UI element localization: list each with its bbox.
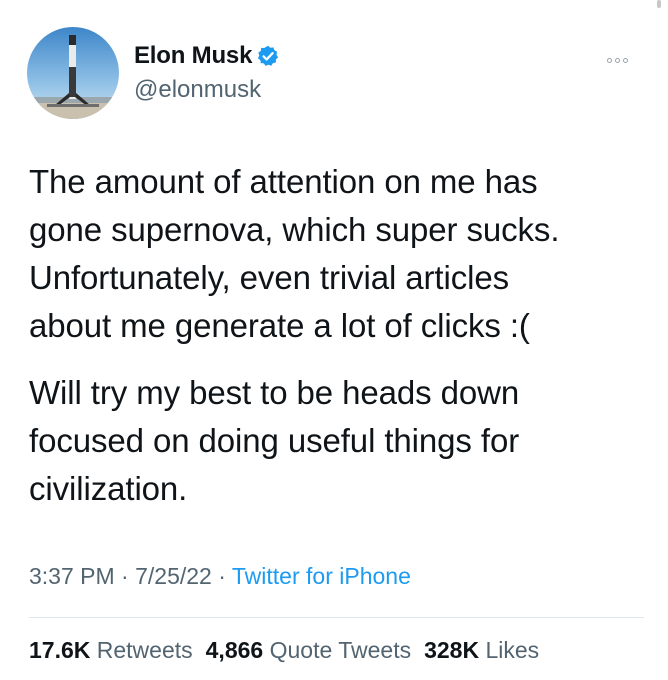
scroll-indicator[interactable] bbox=[657, 0, 661, 8]
tweet-line: focused on doing useful things for bbox=[29, 422, 520, 459]
rocket-landing-avatar-image bbox=[27, 27, 119, 119]
divider bbox=[29, 617, 644, 618]
meta-separator: · bbox=[114, 563, 136, 589]
tweet-line: The amount of attention on me has bbox=[29, 163, 538, 200]
retweets-stat[interactable]: 17.6K Retweets bbox=[29, 637, 193, 664]
quote-tweets-count: 4,866 bbox=[205, 637, 264, 663]
tweet-line: about me generate a lot of clicks :( bbox=[29, 307, 530, 344]
tweet-time[interactable]: 3:37 PM bbox=[29, 563, 115, 589]
tweet-paragraph-1: The amount of attention on me has gone s… bbox=[29, 158, 644, 350]
quote-tweets-label: Quote Tweets bbox=[269, 637, 412, 663]
tweet-line: Will try my best to be heads down bbox=[29, 374, 520, 411]
tweet-line: Unfortunately, even trivial articles bbox=[29, 259, 509, 296]
user-names: Elon Musk @elonmusk bbox=[134, 41, 279, 104]
display-name[interactable]: Elon Musk bbox=[134, 42, 252, 70]
verified-badge-icon bbox=[257, 45, 279, 67]
likes-stat[interactable]: 328K Likes bbox=[424, 637, 539, 664]
retweets-label: Retweets bbox=[96, 637, 193, 663]
more-dots-icon[interactable] bbox=[607, 55, 637, 65]
likes-label: Likes bbox=[485, 637, 540, 663]
likes-count: 328K bbox=[424, 637, 480, 663]
tweet-stats: 17.6K Retweets 4,866 Quote Tweets 328K Lik… bbox=[29, 637, 552, 664]
dot-icon bbox=[607, 57, 612, 63]
tweet-source-link[interactable]: Twitter for iPhone bbox=[232, 563, 411, 589]
tweet-paragraph-2: Will try my best to be heads down focuse… bbox=[29, 369, 644, 513]
tweet-line: gone supernova, which super sucks. bbox=[29, 211, 560, 248]
quote-tweets-stat[interactable]: 4,866 Quote Tweets bbox=[206, 637, 411, 664]
tweet-line: civilization. bbox=[29, 470, 188, 507]
tweet-date[interactable]: 7/25/22 bbox=[135, 563, 212, 589]
dot-icon bbox=[615, 57, 620, 63]
user-handle[interactable]: @elonmusk bbox=[134, 76, 279, 104]
tweet-meta: 3:37 PM · 7/25/22 · Twitter for iPhone bbox=[29, 563, 411, 590]
dot-icon bbox=[623, 57, 628, 63]
meta-separator: · bbox=[211, 563, 232, 589]
tweet-header: Elon Musk @elonmusk bbox=[27, 27, 641, 119]
avatar[interactable] bbox=[27, 27, 119, 119]
retweets-count: 17.6K bbox=[29, 637, 91, 663]
